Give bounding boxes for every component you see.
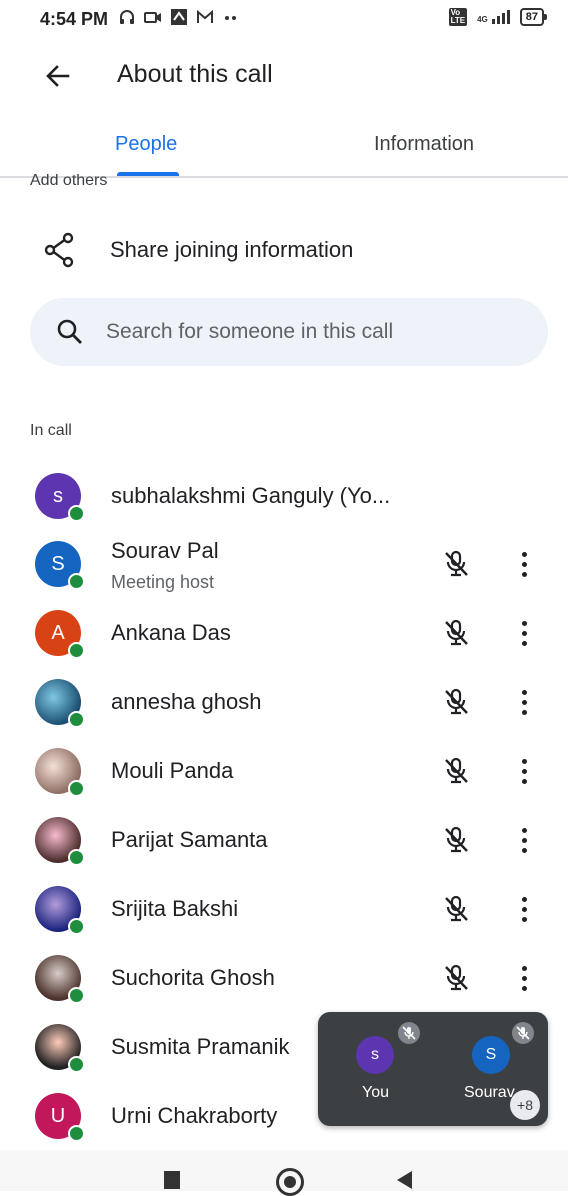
online-status-dot [68, 642, 85, 659]
participant-row[interactable]: A Ankana Das [0, 601, 568, 665]
online-status-dot [68, 1125, 85, 1142]
pip-tile-you: s You [330, 1022, 420, 1122]
tab-indicator [117, 172, 179, 176]
search-bar[interactable] [30, 298, 548, 366]
online-status-dot [68, 987, 85, 1004]
mic-off-icon[interactable] [440, 824, 472, 856]
battery-icon: 87 [519, 8, 548, 26]
online-status-dot [68, 505, 85, 522]
page-title: About this call [117, 60, 273, 88]
volte-icon: Vo LTE [448, 8, 468, 26]
recents-button[interactable] [164, 1171, 180, 1189]
add-others-label: Add others [30, 174, 108, 189]
home-button[interactable] [276, 1168, 304, 1196]
app-icon [170, 8, 188, 26]
mic-off-icon[interactable] [440, 755, 472, 787]
arrow-back-icon [46, 65, 70, 87]
more-vert-icon[interactable] [512, 755, 536, 787]
more-vert-icon[interactable] [512, 686, 536, 718]
online-status-dot [68, 918, 85, 935]
mic-off-icon[interactable] [440, 617, 472, 649]
participant-row[interactable]: Srijita Bakshi [0, 877, 568, 941]
mic-off-icon[interactable] [440, 548, 472, 580]
mic-off-icon[interactable] [440, 893, 472, 925]
participant-row[interactable]: Suchorita Ghosh [0, 946, 568, 1010]
mic-off-icon[interactable] [440, 686, 472, 718]
participant-name: Urni Chakraborty [111, 1103, 278, 1128]
more-vert-icon[interactable] [512, 548, 536, 580]
pip-name-you: You [362, 1084, 389, 1101]
tab-people[interactable]: People [115, 133, 177, 156]
tab-information[interactable]: Information [374, 133, 474, 156]
participant-name: Sourav Pal [111, 538, 219, 563]
video-icon [144, 8, 162, 26]
status-time: 4:54 PM [40, 9, 109, 29]
search-icon [57, 319, 82, 344]
search-input[interactable] [104, 319, 508, 345]
participant-name: Mouli Panda [111, 758, 234, 783]
nav-back-button[interactable] [397, 1171, 412, 1189]
pip-mic-off-icon [398, 1022, 420, 1044]
online-status-dot [68, 780, 85, 797]
gmail-icon [196, 8, 214, 26]
share-joining-info-label: Share joining information [110, 237, 354, 262]
online-status-dot [68, 573, 85, 590]
status-right: Vo LTE 4G 87 [448, 8, 548, 26]
participant-row[interactable]: S Sourav Pal Meeting host [0, 532, 568, 596]
more-vert-icon[interactable] [512, 962, 536, 994]
more-vert-icon[interactable] [512, 617, 536, 649]
headphones-icon [118, 8, 136, 26]
participant-name: Ankana Das [111, 620, 231, 645]
online-status-dot [68, 1056, 85, 1073]
pip-avatar-you: s [356, 1036, 394, 1074]
pip-avatar-sourav: S [472, 1036, 510, 1074]
back-button[interactable] [38, 56, 78, 96]
signal-icon: 4G [477, 10, 510, 24]
more-vert-icon[interactable] [512, 824, 536, 856]
pip-more-count[interactable]: +8 [510, 1090, 540, 1120]
network-type: 4G [477, 15, 488, 24]
online-status-dot [68, 849, 85, 866]
participant-name: Srijita Bakshi [111, 896, 239, 921]
online-status-dot [68, 711, 85, 728]
more-notifications-icon [222, 8, 240, 26]
pip-mic-off-icon [512, 1022, 534, 1044]
participant-name: subhalakshmi Ganguly (Yo... [111, 483, 391, 508]
participant-row[interactable]: annesha ghosh [0, 670, 568, 734]
mic-off-icon[interactable] [440, 962, 472, 994]
participant-name: Susmita Pramanik [111, 1034, 290, 1059]
pip-name-sourav: Sourav [464, 1084, 515, 1101]
in-call-section-label: In call [30, 422, 72, 439]
participant-name: Parijat Samanta [111, 827, 268, 852]
participant-role: Meeting host [111, 572, 215, 592]
more-vert-icon[interactable] [512, 893, 536, 925]
share-icon [44, 232, 76, 273]
participant-row[interactable]: Parijat Samanta [0, 808, 568, 872]
participant-name: Suchorita Ghosh [111, 965, 275, 990]
participant-row[interactable]: s subhalakshmi Ganguly (Yo... [0, 464, 568, 528]
status-icons [118, 8, 240, 26]
participant-name: annesha ghosh [111, 689, 262, 714]
participant-row[interactable]: Mouli Panda [0, 739, 568, 803]
